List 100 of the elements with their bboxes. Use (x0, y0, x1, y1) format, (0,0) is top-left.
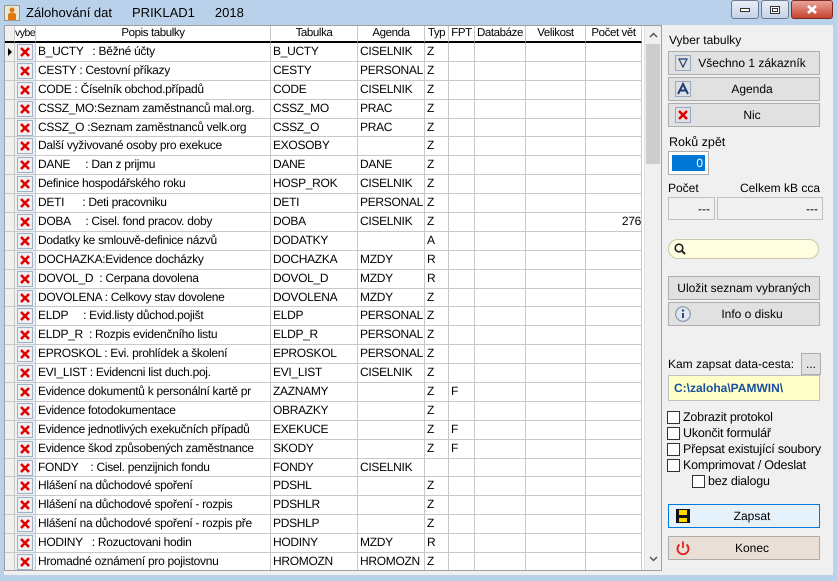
cross-icon[interactable] (17, 270, 33, 287)
select-cell[interactable] (15, 118, 36, 138)
select-cell[interactable] (15, 194, 36, 214)
table-cell (586, 477, 642, 496)
row-indicator[interactable] (5, 43, 15, 62)
select-button[interactable]: Všechno 1 zákazník (668, 51, 820, 75)
select-cell[interactable] (15, 345, 36, 364)
select-cell[interactable] (15, 402, 36, 421)
cross-icon[interactable] (17, 346, 33, 362)
count-field: --- (668, 197, 715, 220)
table-cell (526, 100, 586, 119)
cross-icon[interactable] (17, 290, 33, 306)
cross-icon[interactable] (17, 327, 33, 344)
cross-icon[interactable] (17, 554, 33, 570)
cross-icon[interactable] (17, 44, 33, 60)
select-cell[interactable] (15, 288, 36, 308)
select-cell[interactable] (15, 420, 36, 440)
select-cell[interactable] (15, 80, 36, 100)
select-cell[interactable] (15, 232, 36, 251)
checkbox[interactable] (667, 410, 680, 424)
table-cell: HROMOZN (358, 553, 425, 570)
cross-icon[interactable] (17, 516, 33, 532)
write-button[interactable]: Zapsat (668, 504, 820, 528)
cross-icon[interactable] (17, 478, 33, 494)
exit-button[interactable]: Konec (668, 536, 820, 560)
table-cell (358, 137, 425, 156)
checkbox[interactable] (667, 426, 680, 440)
column-header[interactable]: Databáze (475, 26, 526, 43)
path-field[interactable]: C:\zaloha\PAMWIN\ (668, 375, 820, 401)
select-button[interactable]: Nic (668, 103, 820, 127)
select-cell[interactable] (15, 364, 36, 384)
cross-icon[interactable] (17, 62, 33, 79)
cross-icon[interactable] (17, 138, 33, 154)
select-cell[interactable] (15, 156, 36, 176)
disk-info-button[interactable]: Info o disku (668, 302, 820, 326)
cross-icon[interactable] (17, 497, 33, 514)
select-cell[interactable] (15, 458, 36, 478)
table-cell (526, 118, 586, 138)
select-cell[interactable] (15, 175, 36, 194)
select-cell[interactable] (15, 137, 36, 156)
column-header[interactable]: Tabulka (271, 26, 358, 43)
minimize-button[interactable] (731, 0, 759, 19)
cross-icon[interactable] (17, 82, 33, 98)
checkbox[interactable] (692, 474, 705, 488)
column-header[interactable]: Typ (425, 26, 449, 43)
select-cell[interactable] (15, 440, 36, 459)
cross-icon[interactable] (17, 384, 33, 400)
select-cell[interactable] (15, 496, 36, 516)
header-corner (5, 26, 15, 43)
cross-icon[interactable] (17, 214, 33, 230)
table-cell (526, 515, 586, 534)
select-cell[interactable] (15, 100, 36, 119)
select-cell[interactable] (15, 515, 36, 534)
maximize-button[interactable] (761, 0, 789, 19)
table-cell: OBRAZKY (271, 402, 358, 421)
table-cell (475, 307, 526, 326)
close-button[interactable] (791, 0, 833, 19)
select-cell[interactable] (15, 250, 36, 270)
cross-icon[interactable] (17, 308, 33, 324)
column-header[interactable]: Počet vět (586, 26, 642, 43)
years-field[interactable]: 0 (668, 151, 709, 175)
select-cell[interactable] (15, 326, 36, 346)
cross-icon[interactable] (17, 460, 33, 476)
cross-icon[interactable] (17, 176, 33, 192)
select-cell[interactable] (15, 534, 36, 554)
select-cell[interactable] (15, 213, 36, 232)
cross-icon[interactable] (17, 100, 33, 117)
column-header[interactable]: FPT (449, 26, 475, 43)
table-cell: Hlášení na důchodové spoření - rozpis (36, 496, 271, 516)
cross-icon[interactable] (17, 422, 33, 438)
table-cell: ELDP_R : Rozpis evidenčního listu (36, 326, 271, 346)
table-cell (449, 307, 475, 326)
select-cell[interactable] (15, 477, 36, 496)
cross-icon[interactable] (17, 157, 33, 174)
select-cell[interactable] (15, 62, 36, 81)
cross-icon[interactable] (17, 365, 33, 382)
cross-icon[interactable] (17, 120, 33, 136)
cross-icon[interactable] (17, 440, 33, 457)
scrollbar-thumb[interactable] (646, 44, 660, 164)
select-button[interactable]: Agenda (668, 77, 820, 101)
total-field: --- (717, 197, 823, 220)
select-cell[interactable] (15, 383, 36, 402)
column-header[interactable]: Velikost (526, 26, 586, 43)
cross-icon[interactable] (17, 252, 33, 268)
select-cell[interactable] (15, 307, 36, 326)
scrollbar[interactable] (644, 26, 661, 570)
cross-icon[interactable] (17, 195, 33, 212)
select-cell[interactable] (15, 270, 36, 289)
cross-icon[interactable] (17, 535, 33, 552)
checkbox[interactable] (667, 442, 680, 456)
search-field[interactable] (668, 239, 819, 259)
save-list-button[interactable]: Uložit seznam vybraných (668, 276, 820, 300)
select-cell[interactable] (15, 43, 36, 62)
cross-icon[interactable] (17, 402, 33, 419)
checkbox[interactable] (667, 458, 680, 472)
column-header[interactable]: Popis tabulky (36, 26, 271, 43)
column-header[interactable]: Agenda (358, 26, 425, 43)
select-cell[interactable] (15, 553, 36, 570)
browse-button[interactable]: ... (801, 353, 821, 375)
cross-icon[interactable] (17, 232, 33, 249)
